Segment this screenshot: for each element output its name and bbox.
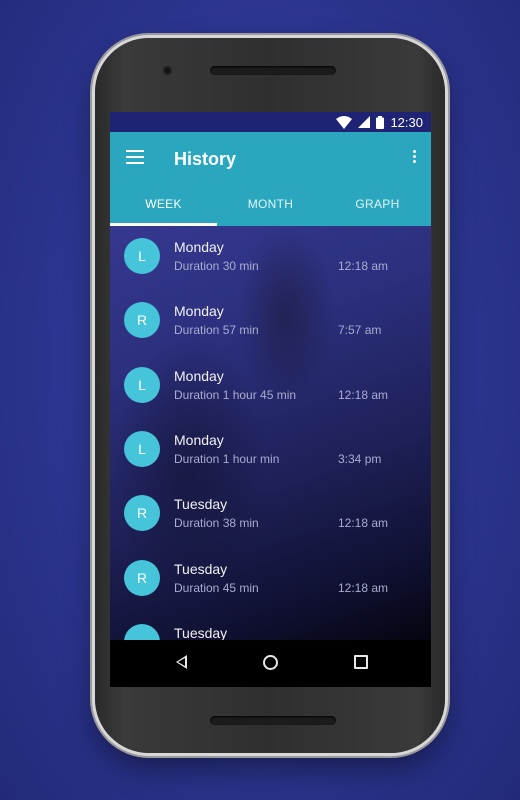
- status-time: 12:30: [390, 114, 423, 130]
- history-list[interactable]: L Monday Duration 30 min 12:18 am R Mond…: [110, 226, 431, 640]
- home-icon[interactable]: [263, 655, 278, 670]
- battery-icon: [376, 115, 385, 129]
- list-item-day: Tuesday: [174, 496, 228, 512]
- avatar: R: [124, 302, 160, 338]
- phone-screen: 12:30 History WEEK MONTH GRAPH L Monday …: [110, 112, 431, 687]
- list-item-duration: Duration 30 min: [174, 259, 259, 273]
- more-vert-icon[interactable]: [413, 150, 417, 164]
- system-nav-bar: [110, 640, 431, 687]
- list-item[interactable]: R Monday Duration 57 min 7:57 am: [110, 290, 431, 354]
- hamburger-menu-icon[interactable]: [126, 150, 144, 164]
- tab-month[interactable]: MONTH: [217, 190, 324, 226]
- tab-bar: WEEK MONTH GRAPH: [110, 190, 431, 226]
- bottom-speaker-grille: [210, 716, 336, 725]
- top-speaker-grille: [210, 66, 336, 75]
- list-item-day: Monday: [174, 239, 224, 255]
- list-item[interactable]: R Tuesday Duration 38 min 12:18 am: [110, 483, 431, 547]
- wifi-icon: [336, 115, 353, 129]
- avatar: R: [124, 560, 160, 596]
- recents-icon[interactable]: [354, 655, 368, 669]
- front-camera: [163, 66, 172, 75]
- list-item-duration: Duration 1 hour min: [174, 452, 280, 466]
- list-item[interactable]: Tuesday: [110, 612, 431, 640]
- list-item-duration: Duration 1 hour 45 min: [174, 388, 297, 402]
- avatar: L: [124, 431, 160, 467]
- app-bar: History WEEK MONTH GRAPH: [110, 132, 431, 226]
- avatar: L: [124, 367, 160, 403]
- list-item[interactable]: L Monday Duration 1 hour min 3:34 pm: [110, 419, 431, 483]
- list-item-duration: Duration 45 min: [174, 581, 259, 595]
- list-item-time: 12:18 am: [338, 388, 389, 402]
- list-item-duration: Duration 38 min: [174, 516, 259, 530]
- avatar: [124, 624, 160, 640]
- list-item-day: Tuesday: [174, 561, 228, 577]
- list-item-day: Monday: [174, 303, 224, 319]
- list-item-duration: Duration 57 min: [174, 323, 259, 337]
- back-icon[interactable]: [176, 655, 187, 669]
- cellular-signal-icon: [358, 116, 371, 128]
- list-item-time: 12:18 am: [338, 259, 389, 273]
- phone-volume-button: [445, 340, 449, 406]
- list-item-day: Tuesday: [174, 625, 228, 640]
- phone-power-button: [445, 270, 449, 316]
- list-item-day: Monday: [174, 432, 224, 448]
- list-item-time: 7:57 am: [338, 323, 382, 337]
- list-item[interactable]: L Monday Duration 1 hour 45 min 12:18 am: [110, 355, 431, 419]
- list-item[interactable]: R Tuesday Duration 45 min 12:18 am: [110, 548, 431, 612]
- list-item-time: 3:34 pm: [338, 452, 382, 466]
- list-item[interactable]: L Monday Duration 30 min 12:18 am: [110, 226, 431, 290]
- avatar: L: [124, 238, 160, 274]
- tab-graph[interactable]: GRAPH: [324, 190, 431, 226]
- avatar: R: [124, 495, 160, 531]
- list-item-time: 12:18 am: [338, 516, 389, 530]
- tab-week[interactable]: WEEK: [110, 190, 217, 226]
- list-item-day: Monday: [174, 368, 224, 384]
- page-title: History: [174, 149, 237, 169]
- status-bar: 12:30: [110, 112, 431, 132]
- list-item-time: 12:18 am: [338, 581, 389, 595]
